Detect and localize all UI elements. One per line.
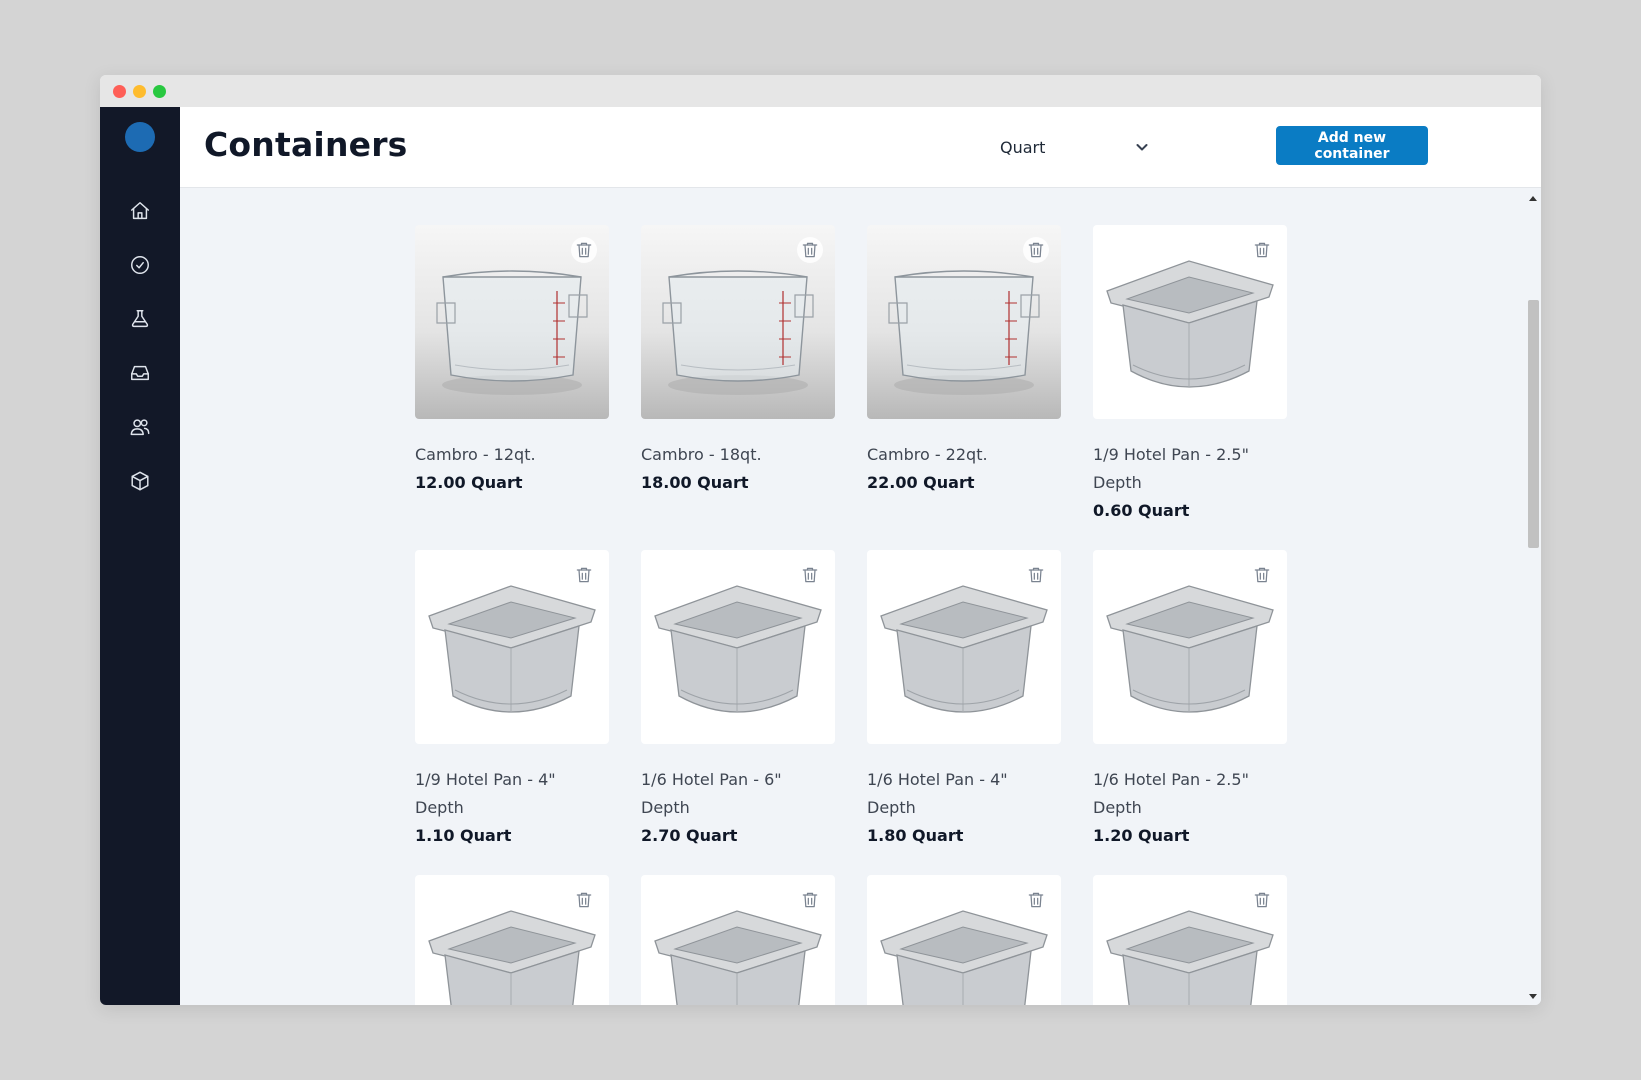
delete-container-button[interactable] — [1249, 237, 1275, 263]
container-image[interactable] — [867, 550, 1061, 744]
scroll-thumb[interactable] — [1528, 300, 1539, 548]
trash-icon — [1026, 890, 1046, 910]
container-card[interactable] — [641, 875, 835, 1005]
delete-container-button[interactable] — [571, 562, 597, 588]
container-card[interactable]: Cambro - 22qt. 22.00 Quart — [867, 225, 1061, 520]
container-image[interactable] — [415, 875, 609, 1005]
delete-container-button[interactable] — [1249, 562, 1275, 588]
container-image[interactable] — [867, 225, 1061, 419]
trash-icon — [1026, 240, 1046, 260]
container-image[interactable] — [867, 875, 1061, 1005]
container-card[interactable]: 1/6 Hotel Pan - 6" Depth 2.70 Quart — [641, 550, 835, 845]
container-card[interactable]: 1/9 Hotel Pan - 2.5" Depth 0.60 Quart — [1093, 225, 1287, 520]
flask-icon — [131, 310, 149, 328]
container-volume: 18.00 Quart — [641, 473, 749, 492]
sidebar — [100, 107, 180, 1005]
container-volume: 1.10 Quart — [415, 826, 512, 845]
container-volume: 1.80 Quart — [867, 826, 964, 845]
trash-icon — [800, 240, 820, 260]
container-card[interactable]: 1/9 Hotel Pan - 4" Depth 1.10 Quart — [415, 550, 609, 845]
vertical-scrollbar[interactable] — [1525, 188, 1541, 1005]
trash-icon — [1252, 890, 1272, 910]
home-icon — [131, 202, 149, 220]
inbox-icon — [131, 365, 149, 381]
container-card[interactable] — [1093, 875, 1287, 1005]
sidebar-item-inventory[interactable] — [128, 361, 152, 385]
container-name[interactable]: 1/9 Hotel Pan - 2.5" Depth — [1093, 441, 1287, 497]
trash-icon — [574, 890, 594, 910]
trash-icon — [800, 890, 820, 910]
box-icon — [131, 471, 149, 491]
container-volume: 12.00 Quart — [415, 473, 523, 492]
delete-container-button[interactable] — [1023, 562, 1049, 588]
window-titlebar — [100, 75, 1541, 107]
container-name[interactable]: Cambro - 12qt. — [415, 441, 609, 469]
container-card[interactable] — [415, 875, 609, 1005]
minimize-window-button[interactable] — [133, 85, 146, 98]
container-image[interactable] — [415, 225, 609, 419]
container-image[interactable] — [415, 550, 609, 744]
trash-icon — [1252, 565, 1272, 585]
container-name[interactable]: 1/6 Hotel Pan - 2.5" Depth — [1093, 766, 1287, 822]
containers-content: Cambro - 12qt. 12.00 Quart Cambro - 18qt. 1… — [180, 188, 1525, 1005]
page-header: Containers Quart Add new container — [180, 107, 1541, 188]
app-logo[interactable] — [125, 122, 155, 152]
container-image[interactable] — [641, 550, 835, 744]
delete-container-button[interactable] — [571, 887, 597, 913]
delete-container-button[interactable] — [797, 237, 823, 263]
container-image[interactable] — [1093, 225, 1287, 419]
trash-icon — [574, 565, 594, 585]
scroll-down-arrow[interactable] — [1529, 994, 1537, 999]
delete-container-button[interactable] — [1023, 887, 1049, 913]
app-window: Containers Quart Add new container Cambr… — [100, 75, 1541, 1005]
delete-container-button[interactable] — [571, 237, 597, 263]
container-card[interactable] — [867, 875, 1061, 1005]
sidebar-item-team[interactable] — [128, 415, 152, 439]
container-card[interactable]: 1/6 Hotel Pan - 4" Depth 1.80 Quart — [867, 550, 1061, 845]
container-card[interactable]: 1/6 Hotel Pan - 2.5" Depth 1.20 Quart — [1093, 550, 1287, 845]
container-card[interactable]: Cambro - 18qt. 18.00 Quart — [641, 225, 835, 520]
container-image[interactable] — [641, 875, 835, 1005]
container-image[interactable] — [1093, 550, 1287, 744]
container-card[interactable]: Cambro - 12qt. 12.00 Quart — [415, 225, 609, 520]
scroll-up-arrow[interactable] — [1529, 196, 1537, 201]
container-image[interactable] — [641, 225, 835, 419]
container-image[interactable] — [1093, 875, 1287, 1005]
delete-container-button[interactable] — [797, 887, 823, 913]
container-volume: 1.20 Quart — [1093, 826, 1190, 845]
containers-grid: Cambro - 12qt. 12.00 Quart Cambro - 18qt. 1… — [415, 225, 1287, 1005]
trash-icon — [1252, 240, 1272, 260]
chevron-down-icon — [1134, 139, 1150, 155]
delete-container-button[interactable] — [797, 562, 823, 588]
trash-icon — [800, 565, 820, 585]
trash-icon — [1026, 565, 1046, 585]
container-name[interactable]: 1/9 Hotel Pan - 4" Depth — [415, 766, 609, 822]
container-volume: 0.60 Quart — [1093, 501, 1190, 520]
sidebar-item-containers[interactable] — [128, 469, 152, 493]
users-icon — [130, 419, 150, 436]
delete-container-button[interactable] — [1249, 887, 1275, 913]
sidebar-item-tasks[interactable] — [128, 253, 152, 277]
trash-icon — [574, 240, 594, 260]
container-name[interactable]: Cambro - 22qt. — [867, 441, 1061, 469]
sidebar-item-recipes[interactable] — [128, 307, 152, 331]
check-circle-icon — [131, 256, 149, 274]
container-name[interactable]: Cambro - 18qt. — [641, 441, 835, 469]
unit-select[interactable]: Quart — [1000, 133, 1150, 161]
container-name[interactable]: 1/6 Hotel Pan - 4" Depth — [867, 766, 1061, 822]
page-title: Containers — [204, 125, 408, 164]
sidebar-item-home[interactable] — [128, 199, 152, 223]
unit-select-value: Quart — [1000, 137, 1046, 157]
add-container-button[interactable]: Add new container — [1276, 126, 1428, 165]
close-window-button[interactable] — [113, 85, 126, 98]
container-name[interactable]: 1/6 Hotel Pan - 6" Depth — [641, 766, 835, 822]
maximize-window-button[interactable] — [153, 85, 166, 98]
delete-container-button[interactable] — [1023, 237, 1049, 263]
container-volume: 2.70 Quart — [641, 826, 738, 845]
container-volume: 22.00 Quart — [867, 473, 975, 492]
